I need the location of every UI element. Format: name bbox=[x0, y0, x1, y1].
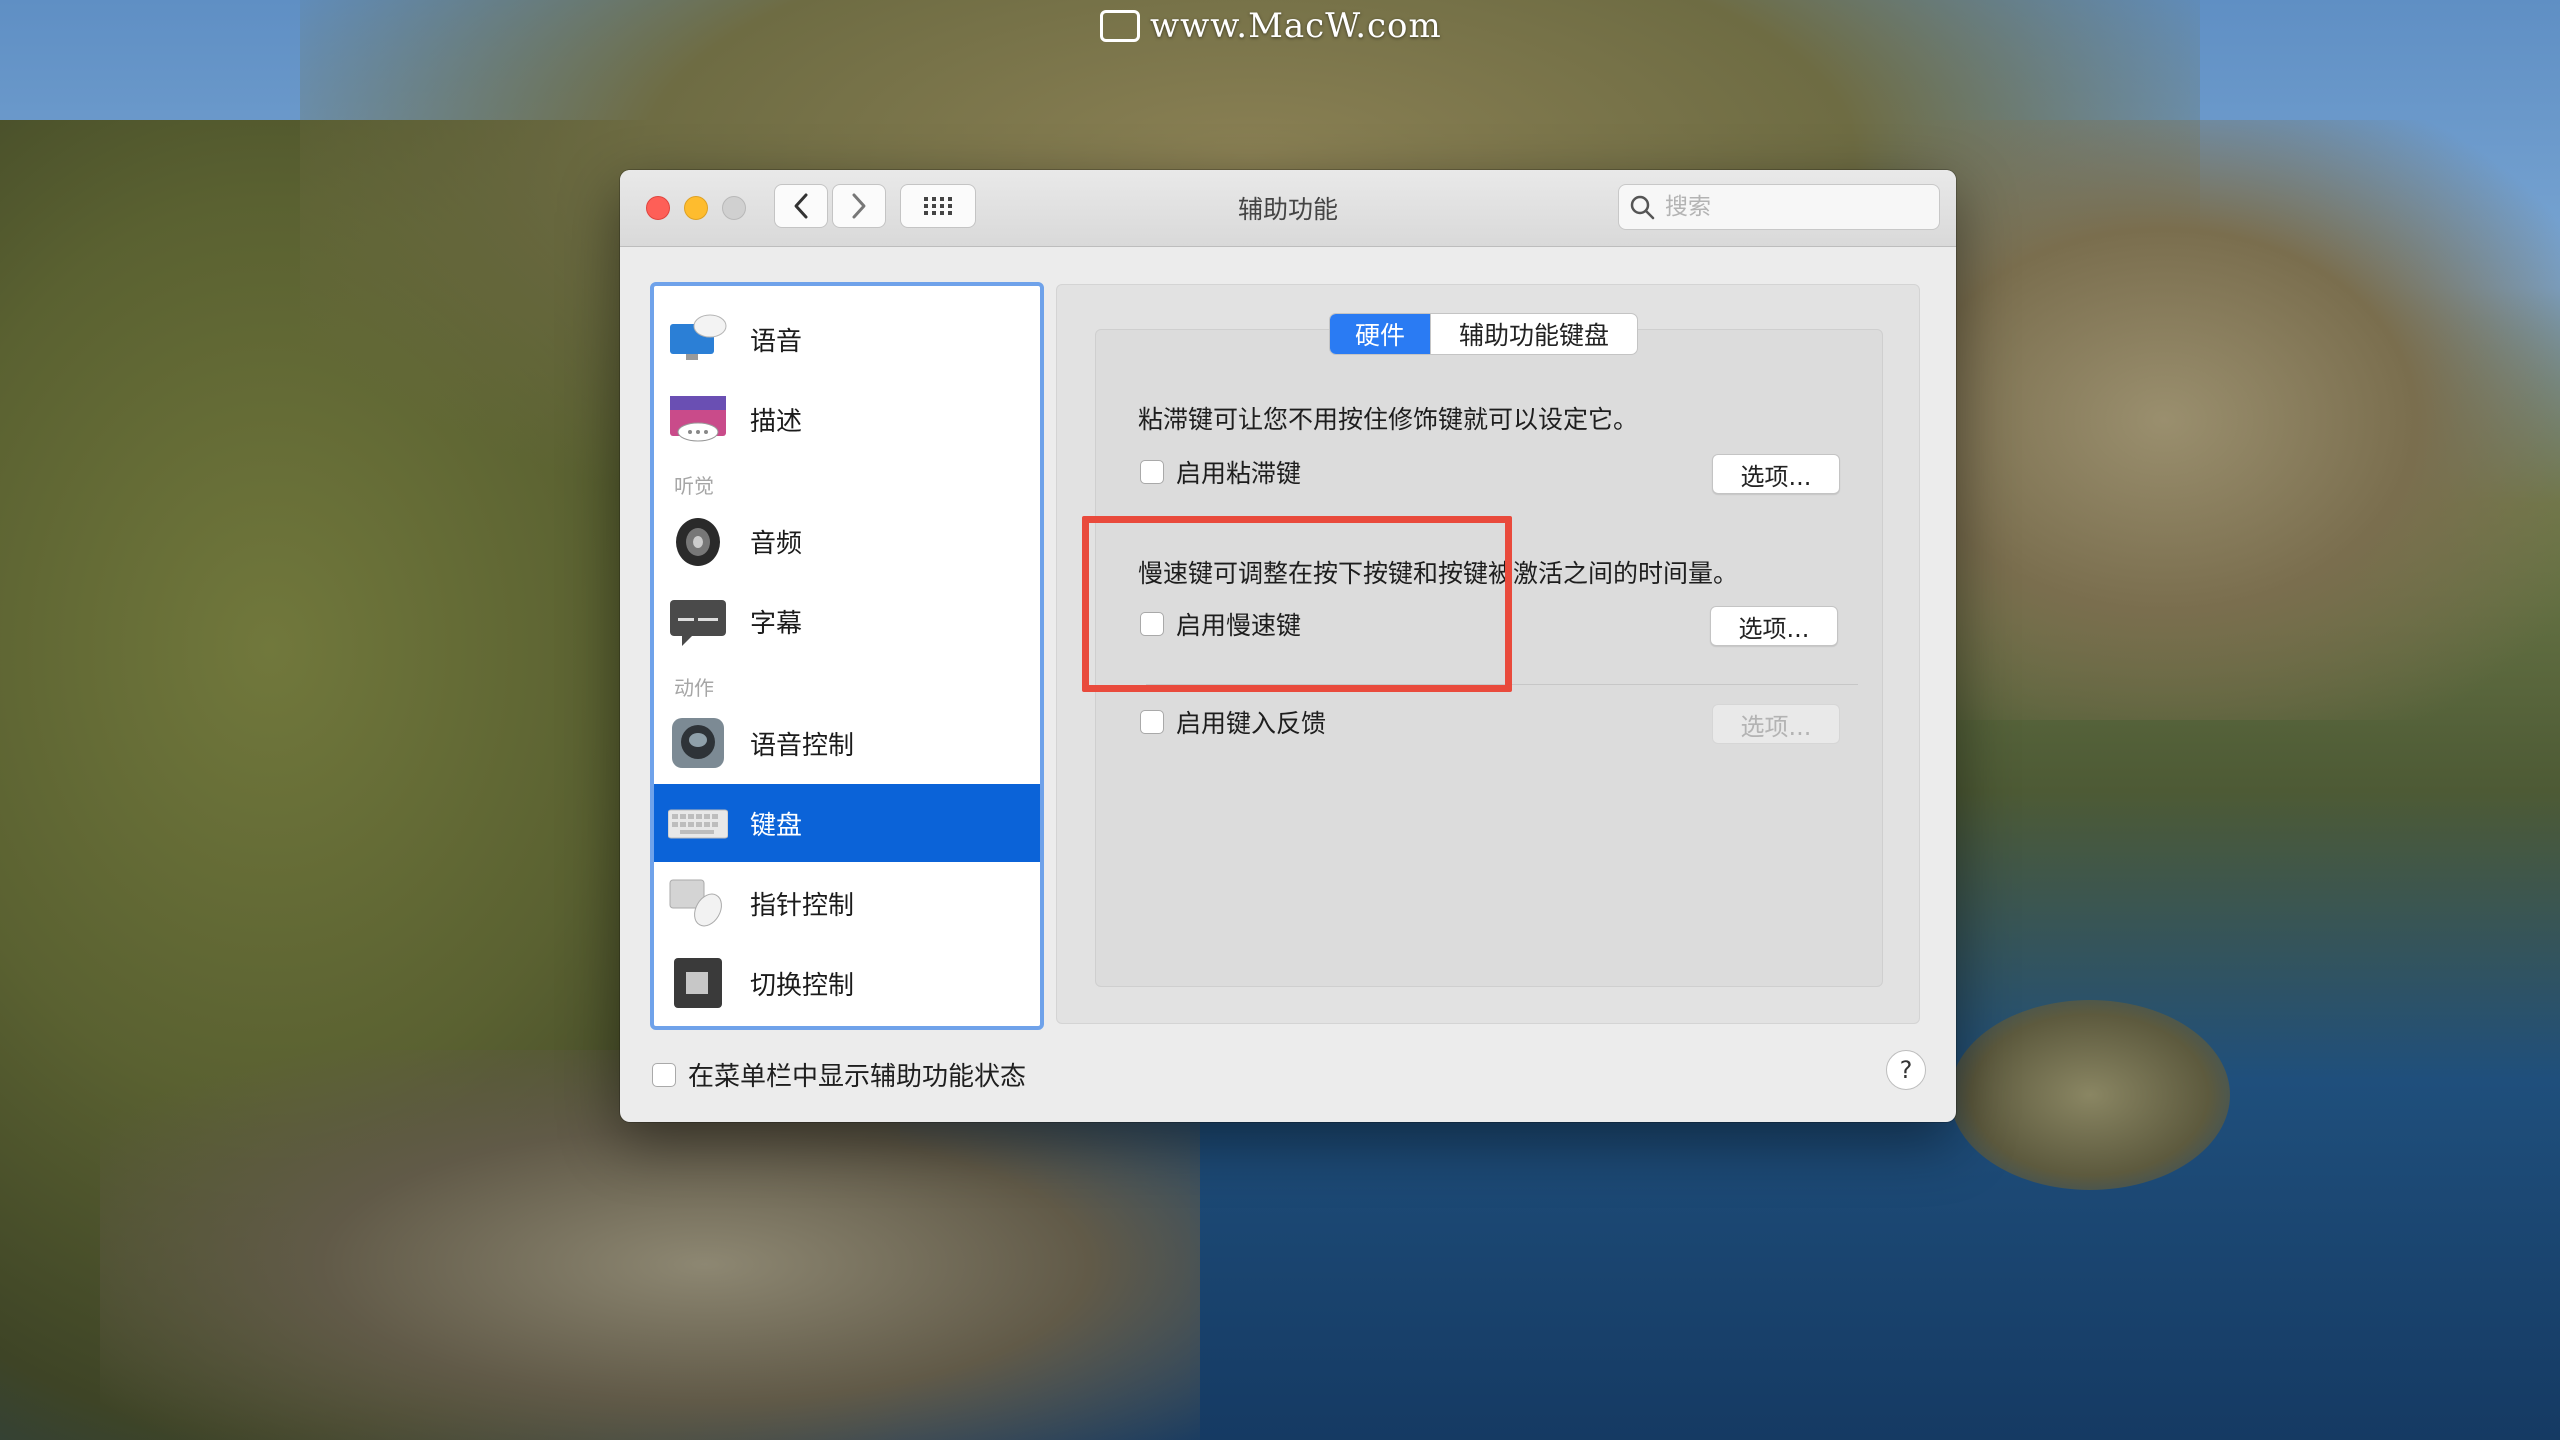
sticky-keys-checkbox[interactable] bbox=[1140, 460, 1164, 484]
sidebar-item-captions[interactable]: 字幕 bbox=[654, 582, 1040, 660]
sidebar-item-descriptions[interactable]: 描述 bbox=[654, 380, 1040, 458]
sidebar-scrolled-item-edge bbox=[654, 286, 1040, 298]
keyboard-icon bbox=[668, 809, 728, 839]
sidebar-item-switch-control[interactable]: 切换控制 bbox=[654, 944, 1040, 1022]
descriptions-icon bbox=[670, 396, 726, 442]
sidebar-section-hearing: 听觉 bbox=[674, 474, 714, 498]
help-button[interactable]: ? bbox=[1886, 1050, 1926, 1090]
sidebar-item-label: 指针控制 bbox=[750, 890, 855, 921]
sidebar-item-label: 切换控制 bbox=[750, 970, 855, 1001]
sticky-keys-label: 启用粘滞键 bbox=[1176, 459, 1302, 488]
sidebar-item-voice-control[interactable]: 语音控制 bbox=[654, 704, 1040, 782]
sidebar-section-motor: 动作 bbox=[674, 676, 714, 700]
menu-bar-status-checkbox[interactable] bbox=[652, 1062, 676, 1087]
titlebar: 辅助功能 bbox=[620, 170, 1956, 247]
slow-keys-highlight-annotation bbox=[1082, 516, 1512, 692]
watermark-logo-icon bbox=[1100, 10, 1140, 42]
switch-control-icon bbox=[674, 958, 722, 1008]
wallpaper-land-right bbox=[1900, 120, 2560, 720]
audio-speaker-icon bbox=[676, 518, 720, 566]
search-input[interactable] bbox=[1663, 193, 1927, 221]
speech-icon bbox=[670, 314, 727, 360]
menu-bar-status-row: 在菜单栏中显示辅助功能状态 bbox=[652, 1056, 1026, 1093]
key-feedback-row: 启用键入反馈 bbox=[1140, 704, 1326, 740]
accessibility-preferences-window: 辅助功能 语音 描述 bbox=[620, 170, 1956, 1122]
watermark-text: www.MacW.com bbox=[1150, 6, 1442, 46]
sidebar-item-label: 描述 bbox=[750, 406, 803, 437]
sticky-keys-options-button[interactable]: 选项... bbox=[1712, 454, 1840, 494]
sidebar-item-keyboard[interactable]: 键盘 bbox=[654, 784, 1040, 862]
sticky-keys-description: 粘滞键可让您不用按住修饰键就可以设定它。 bbox=[1138, 405, 1639, 434]
sidebar-item-label: 键盘 bbox=[750, 810, 803, 841]
pointer-control-icon bbox=[669, 879, 722, 927]
wallpaper-rock-island bbox=[1950, 1000, 2230, 1190]
menu-bar-status-label: 在菜单栏中显示辅助功能状态 bbox=[688, 1062, 1027, 1092]
slow-keys-options-button[interactable]: 选项... bbox=[1710, 606, 1838, 646]
key-feedback-checkbox[interactable] bbox=[1140, 710, 1164, 734]
key-feedback-label: 启用键入反馈 bbox=[1176, 709, 1327, 738]
sidebar-item-label: 语音控制 bbox=[750, 730, 855, 761]
sticky-keys-row: 启用粘滞键 bbox=[1140, 454, 1301, 490]
tab-hardware[interactable]: 硬件 bbox=[1330, 314, 1430, 354]
sidebar-item-speech[interactable]: 语音 bbox=[654, 300, 1040, 378]
search-field[interactable] bbox=[1618, 184, 1940, 230]
voice-control-icon bbox=[672, 718, 724, 768]
key-feedback-options-button: 选项... bbox=[1712, 704, 1840, 744]
captions-icon bbox=[670, 600, 726, 646]
tab-bar: 硬件 辅助功能键盘 bbox=[1329, 313, 1638, 355]
sidebar-item-label: 音频 bbox=[750, 528, 803, 559]
sidebar-item-label: 字幕 bbox=[750, 608, 803, 639]
tab-accessibility-keyboard[interactable]: 辅助功能键盘 bbox=[1430, 314, 1637, 354]
sidebar-item-audio[interactable]: 音频 bbox=[654, 502, 1040, 580]
search-icon bbox=[1630, 195, 1655, 220]
watermark: www.MacW.com bbox=[1100, 4, 1442, 48]
sidebar[interactable]: 语音 描述 听觉 音频 字幕 动作 语音控制 键盘 指针控制 切换控制 bbox=[650, 282, 1044, 1030]
sidebar-item-label: 语音 bbox=[750, 326, 803, 357]
sidebar-item-pointer-control[interactable]: 指针控制 bbox=[654, 864, 1040, 942]
